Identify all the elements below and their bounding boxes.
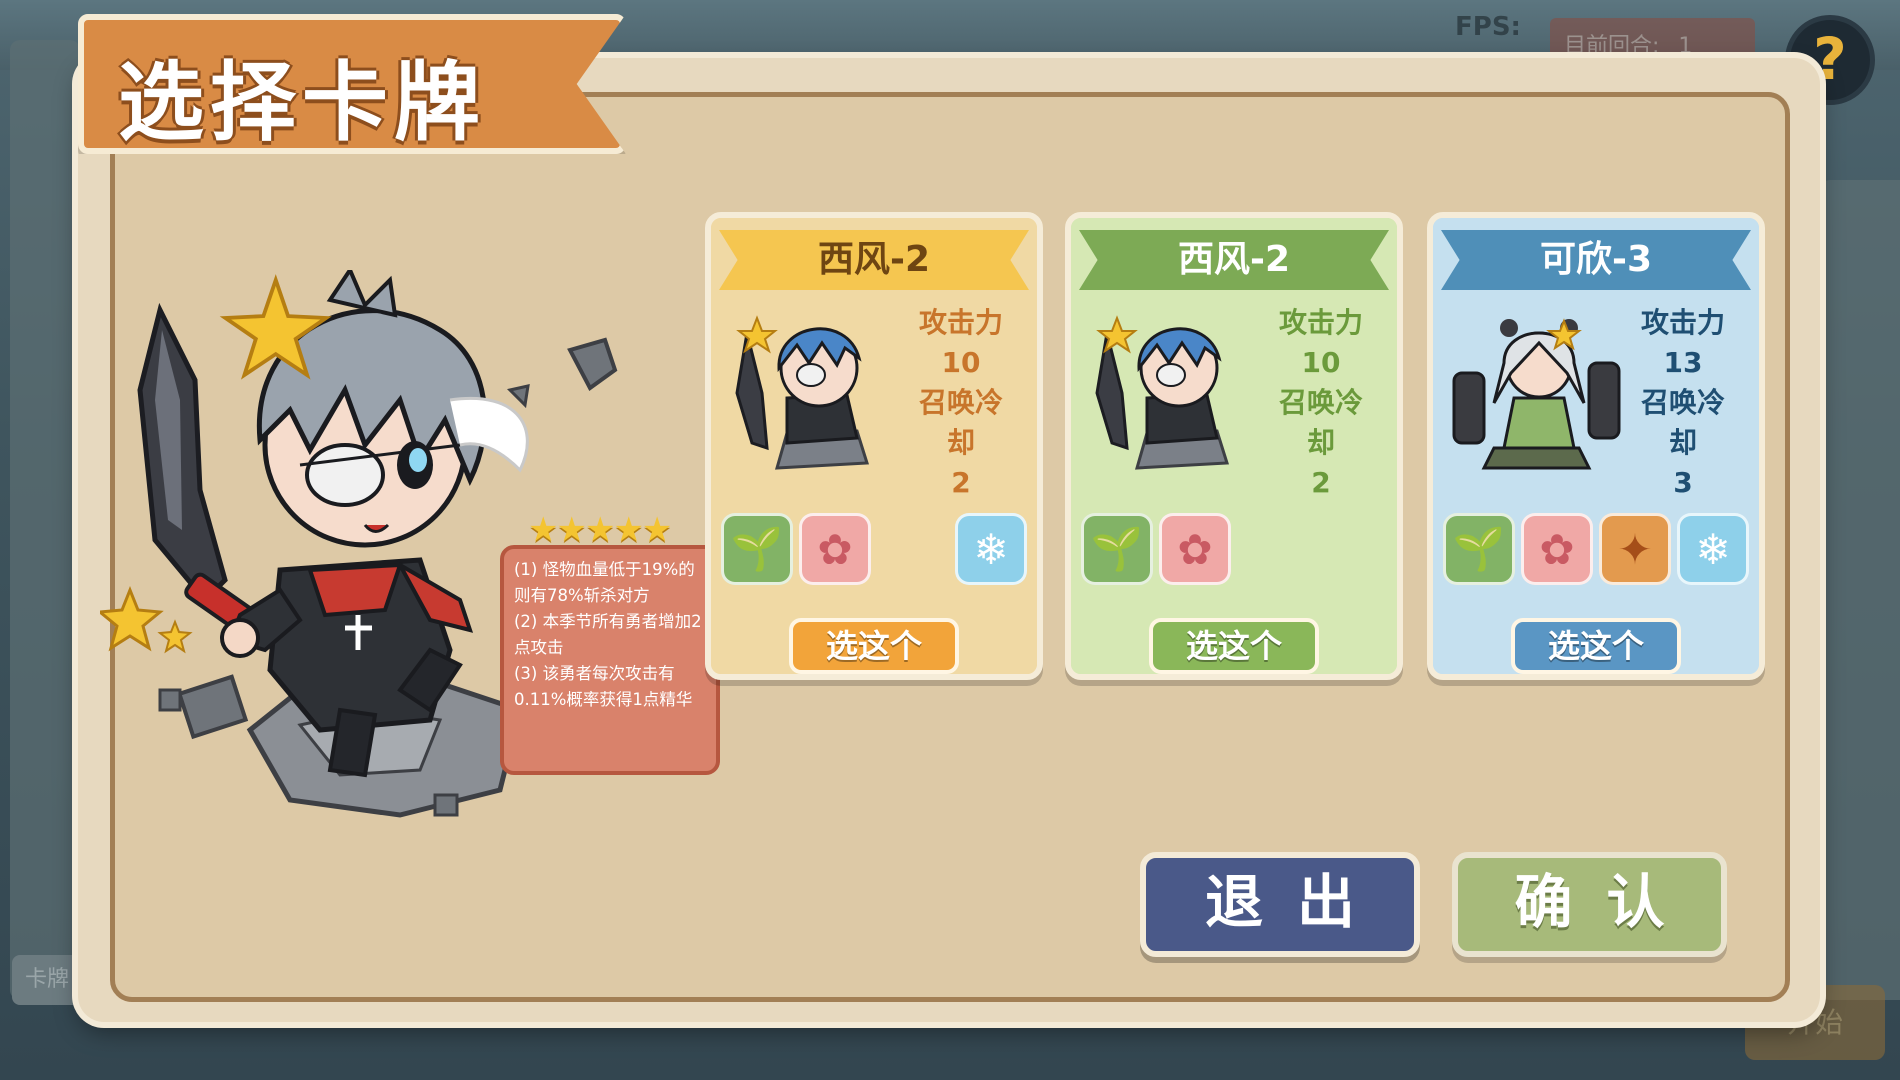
card-option-2[interactable]: 西风-2 攻击力 10 召唤冷 却 2 🌱 ✿ 选这个 xyxy=(1065,212,1403,680)
card-tab[interactable]: 卡牌 xyxy=(12,955,82,1005)
card-stats: 攻击力 10 召唤冷 却 2 xyxy=(901,303,1021,503)
modal-title: 选择卡牌 xyxy=(118,53,486,153)
cooldown-value: 2 xyxy=(951,466,971,499)
cooldown-label-cont: 却 xyxy=(1668,426,1697,459)
select-card-button[interactable]: 选这个 xyxy=(1149,618,1319,674)
attack-value: 10 xyxy=(1301,346,1341,379)
fps-counter: FPS: xyxy=(1455,12,1521,42)
card-name: 可欣-3 xyxy=(1441,230,1751,290)
cooldown-label: 召唤冷 xyxy=(1640,386,1725,419)
maple-leaf-icon: ✦ xyxy=(1599,513,1671,585)
rating-stars: ★★★★★ xyxy=(528,510,672,550)
skill-line-2: (2) 本季节所有勇者增加2点攻击 xyxy=(514,612,702,657)
attack-value: 13 xyxy=(1663,346,1703,379)
cooldown-label: 召唤冷 xyxy=(1278,386,1363,419)
cooldown-value: 2 xyxy=(1311,466,1331,499)
hero-skill-tooltip: (1) 怪物血量低于19%的则有78%斩杀对方 (2) 本季节所有勇者增加2点攻… xyxy=(500,545,720,775)
sprout-icon: 🌱 xyxy=(721,513,793,585)
attack-label: 攻击力 xyxy=(1278,306,1363,339)
lotus-icon: ✿ xyxy=(799,513,871,585)
cooldown-label-cont: 却 xyxy=(1306,426,1335,459)
confirm-button[interactable]: 确认 xyxy=(1452,852,1727,957)
round-label: 目前回合: xyxy=(1564,34,1660,59)
snowflake-icon: ❄ xyxy=(955,513,1027,585)
hero-art-kexin xyxy=(1452,318,1621,470)
element-badges: 🌱 ✿ ✦ ❄ xyxy=(1443,513,1753,593)
sprout-icon: 🌱 xyxy=(1443,513,1515,585)
sprout-icon: 🌱 xyxy=(1081,513,1153,585)
card-option-3[interactable]: 可欣-3 攻击力 13 召唤冷 却 3 🌱 ✿ ✦ ❄ 选这个 xyxy=(1427,212,1765,680)
element-badges: 🌱 ✿ ❄ xyxy=(721,513,1031,593)
right-side-panel xyxy=(1820,180,1900,1000)
card-body: 西风-2 攻击力 10 召唤冷 却 2 🌱 ✿ 选这个 xyxy=(1071,218,1397,674)
snowflake-icon: ❄ xyxy=(1677,513,1749,585)
card-stats: 攻击力 13 召唤冷 却 3 xyxy=(1623,303,1743,503)
select-card-button[interactable]: 选这个 xyxy=(789,618,959,674)
element-badges: 🌱 ✿ xyxy=(1081,513,1391,593)
left-side-panel xyxy=(10,40,80,1000)
exit-button[interactable]: 退出 xyxy=(1140,852,1420,957)
attack-label: 攻击力 xyxy=(1640,306,1725,339)
select-card-button[interactable]: 选这个 xyxy=(1511,618,1681,674)
cooldown-value: 3 xyxy=(1673,466,1693,499)
hero-art-xifeng xyxy=(735,315,870,470)
round-value: 1 xyxy=(1678,34,1693,59)
card-body: 可欣-3 攻击力 13 召唤冷 却 3 🌱 ✿ ✦ ❄ 选这个 xyxy=(1433,218,1759,674)
card-stats: 攻击力 10 召唤冷 却 2 xyxy=(1261,303,1381,503)
lotus-icon: ✿ xyxy=(1521,513,1593,585)
cooldown-label-cont: 却 xyxy=(946,426,975,459)
cooldown-label: 召唤冷 xyxy=(918,386,1003,419)
attack-label: 攻击力 xyxy=(918,306,1003,339)
skill-line-1: (1) 怪物血量低于19%的则有78%斩杀对方 xyxy=(514,560,695,605)
hero-art-xifeng xyxy=(1095,315,1230,470)
card-option-1[interactable]: 西风-2 攻击力 10 召唤冷 却 2 🌱 ✿ ❄ 选这个 xyxy=(705,212,1043,680)
card-name: 西风-2 xyxy=(719,230,1029,290)
skill-line-3: (3) 该勇者每次攻击有0.11%概率获得1点精华 xyxy=(514,664,693,709)
lotus-icon: ✿ xyxy=(1159,513,1231,585)
card-body: 西风-2 攻击力 10 召唤冷 却 2 🌱 ✿ ❄ 选这个 xyxy=(711,218,1037,674)
card-name: 西风-2 xyxy=(1079,230,1389,290)
attack-value: 10 xyxy=(941,346,981,379)
